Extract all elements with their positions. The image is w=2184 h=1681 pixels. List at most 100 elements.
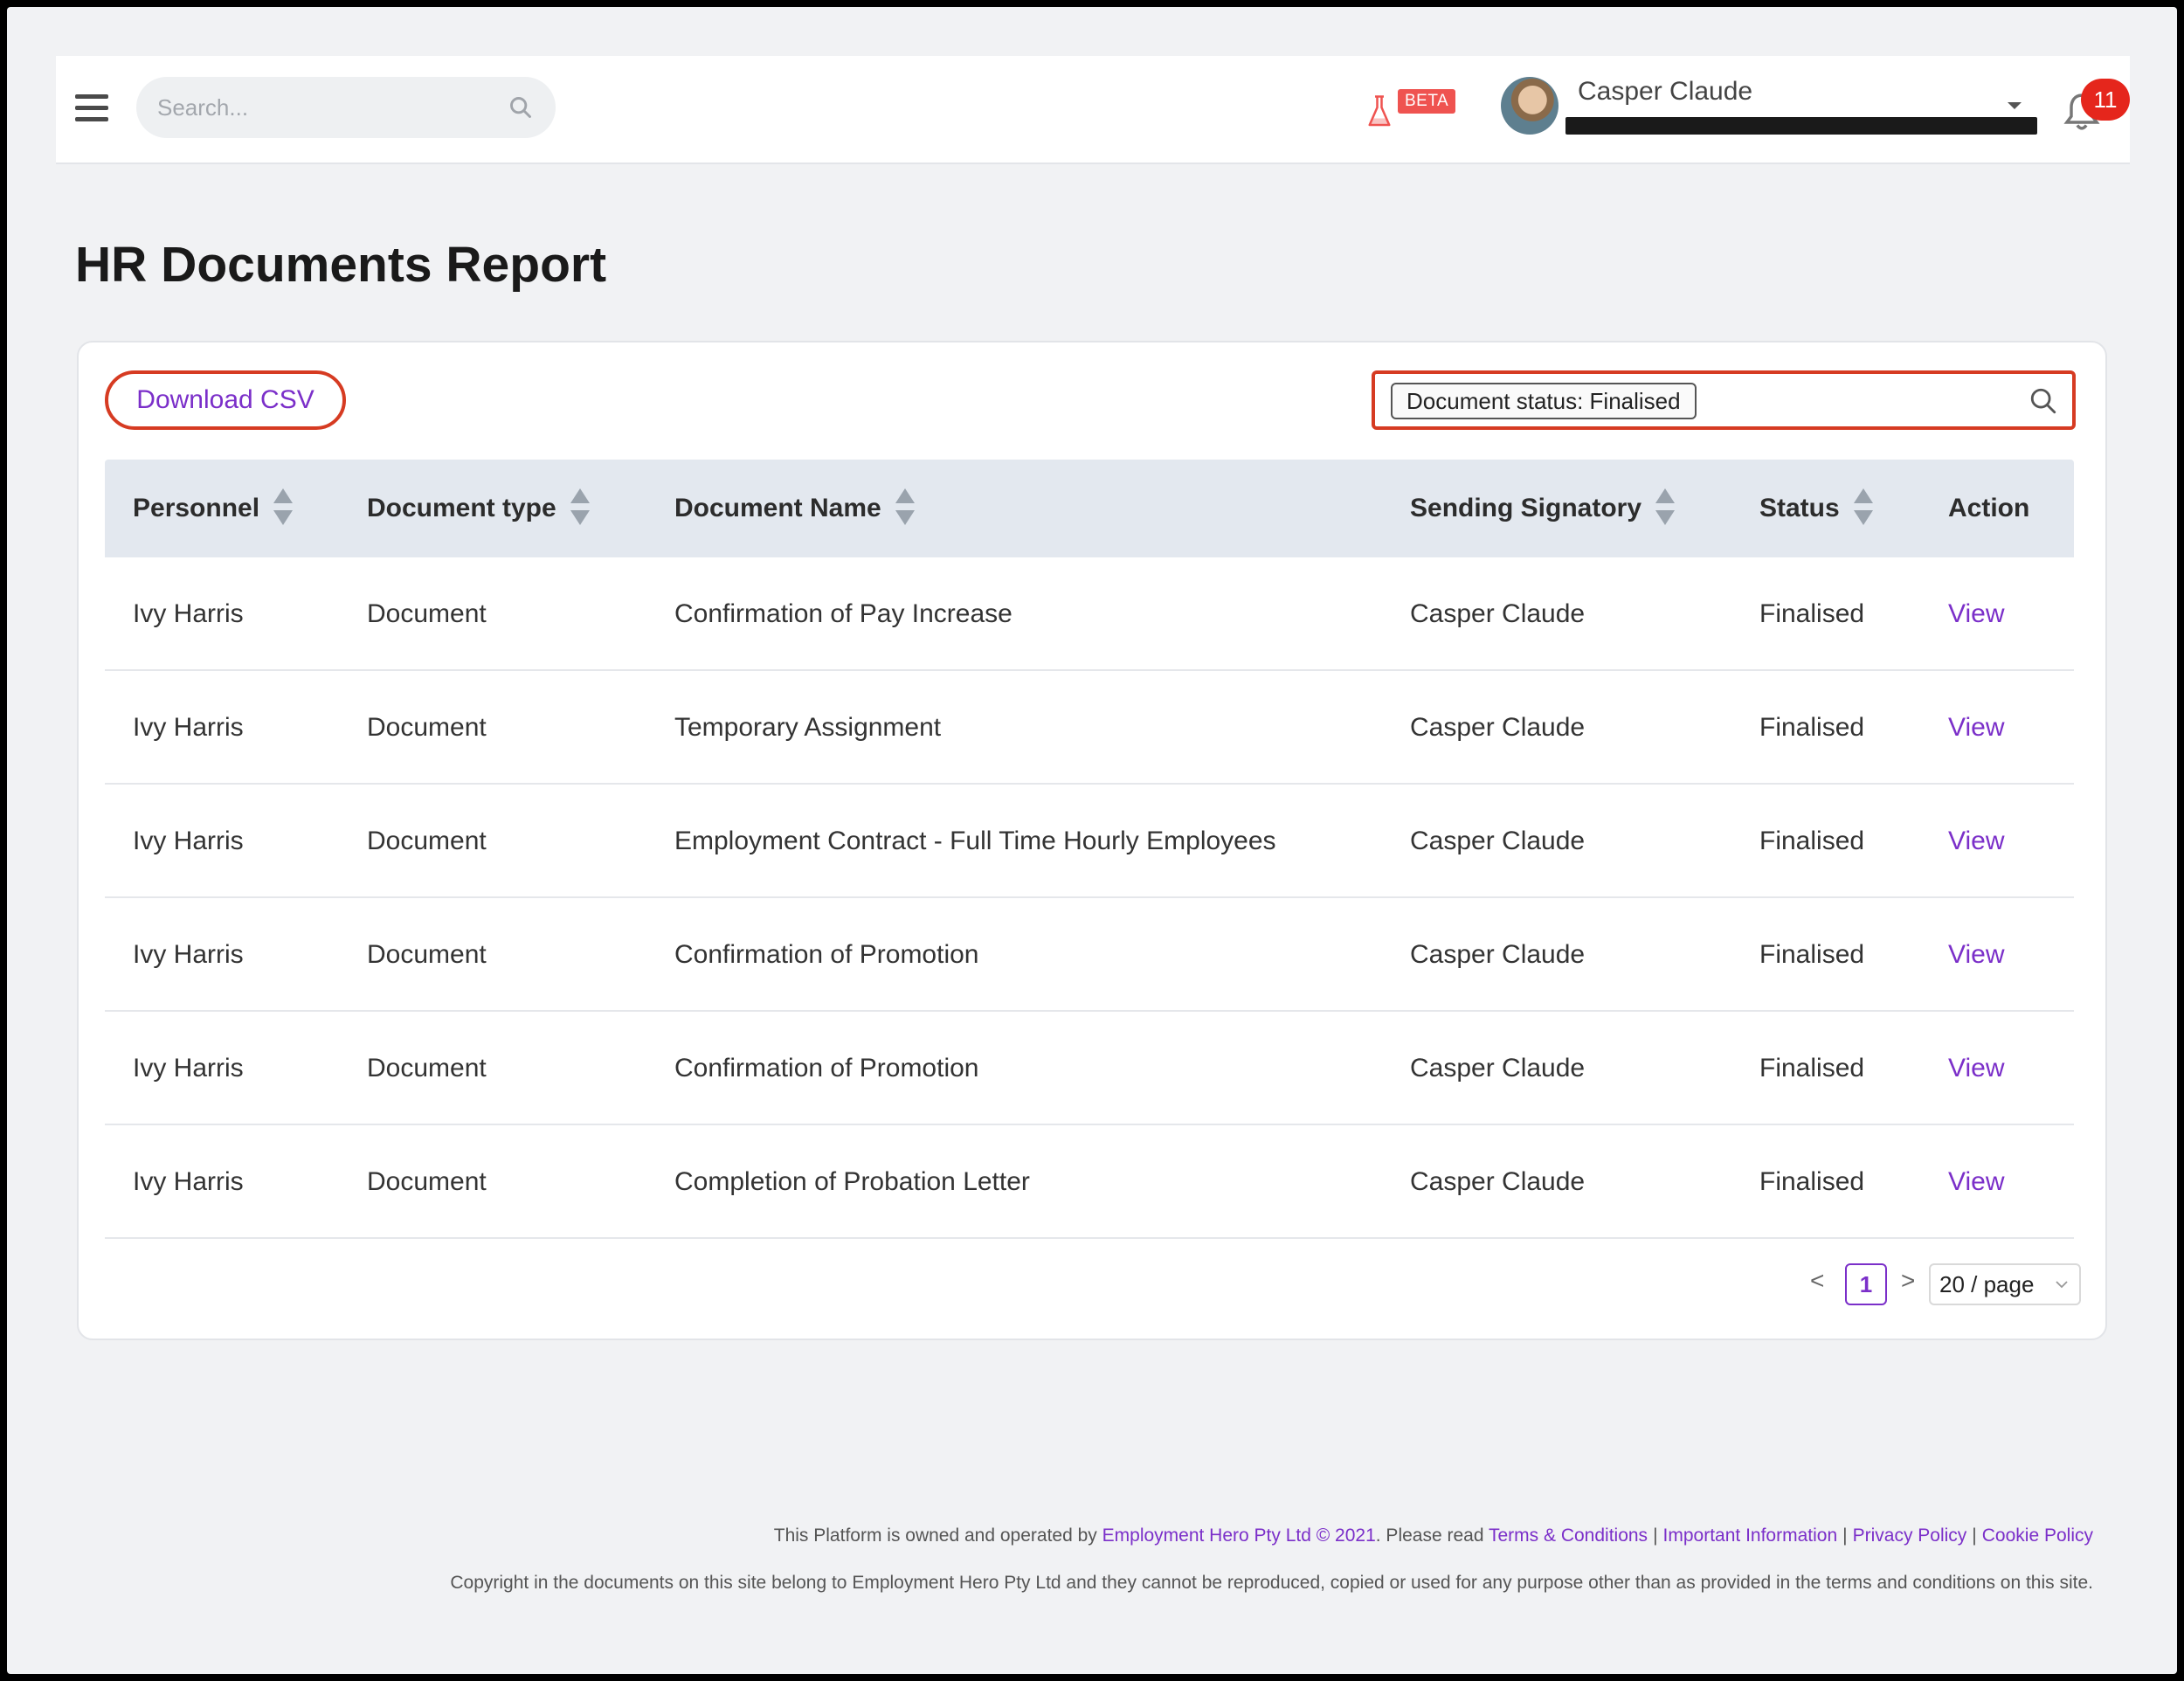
prev-page-button[interactable]: < <box>1810 1267 1824 1295</box>
column-header-action: Action <box>1948 460 2029 557</box>
flask-icon <box>1368 95 1391 127</box>
cell-sending-signatory: Casper Claude <box>1410 940 1586 969</box>
cell-personnel: Ivy Harris <box>133 1167 244 1196</box>
beta-badge: BETA <box>1398 89 1456 114</box>
cell-personnel: Ivy Harris <box>133 713 244 742</box>
cell-document-name: Completion of Probation Letter <box>674 1167 1030 1196</box>
cell-document-type: Document <box>367 940 487 969</box>
notification-count-badge[interactable]: 11 <box>2081 79 2130 121</box>
page-size-select[interactable]: 20 / page <box>1929 1263 2081 1305</box>
table-row: Ivy Harris Document Confirmation of Pay … <box>105 557 2074 671</box>
cell-personnel: Ivy Harris <box>133 827 244 855</box>
sort-icon[interactable] <box>894 487 916 527</box>
next-page-button[interactable]: > <box>1901 1267 1915 1295</box>
column-label: Document type <box>367 494 556 522</box>
footer-separator: | <box>1972 1525 1977 1546</box>
view-link[interactable]: View <box>1948 785 2004 898</box>
redacted-email <box>1565 117 2037 135</box>
table-row: Ivy Harris Document Confirmation of Prom… <box>105 1012 2074 1125</box>
cell-personnel: Ivy Harris <box>133 599 244 628</box>
cell-document-name: Employment Contract - Full Time Hourly E… <box>674 827 1276 855</box>
column-header-personnel[interactable]: Personnel <box>133 460 294 557</box>
terms-link[interactable]: Terms & Conditions <box>1489 1525 1648 1546</box>
search-icon[interactable] <box>2028 386 2058 416</box>
pagination: < 1 > 20 / page <box>79 1263 2109 1307</box>
cookie-policy-link[interactable]: Cookie Policy <box>1982 1525 2093 1546</box>
cell-status: Finalised <box>1759 713 1865 742</box>
sort-icon[interactable] <box>1852 487 1875 527</box>
filter-tag[interactable]: Document status: Finalised <box>1391 383 1697 419</box>
beta-features[interactable]: BETA <box>1366 87 1456 131</box>
cell-sending-signatory: Casper Claude <box>1410 599 1586 628</box>
column-label: Sending Signatory <box>1410 494 1642 522</box>
cell-document-name: Confirmation of Promotion <box>674 940 979 969</box>
search-input[interactable] <box>157 77 489 138</box>
app-window: BETA Casper Claude 11 HR Documents Repor… <box>7 7 2177 1674</box>
cell-status: Finalised <box>1759 940 1865 969</box>
column-header-sending-signatory[interactable]: Sending Signatory <box>1410 460 1676 557</box>
cell-document-type: Document <box>367 1054 487 1083</box>
hamburger-menu-icon[interactable] <box>75 94 108 124</box>
cell-document-name: Temporary Assignment <box>674 713 942 742</box>
cell-status: Finalised <box>1759 827 1865 855</box>
view-link[interactable]: View <box>1948 898 2004 1012</box>
footer-text: This Platform is owned and operated by <box>773 1525 1097 1546</box>
table-row: Ivy Harris Document Employment Contract … <box>105 785 2074 898</box>
column-label: Action <box>1948 494 2030 522</box>
cell-sending-signatory: Casper Claude <box>1410 713 1586 742</box>
download-csv-button[interactable]: Download CSV <box>105 370 346 430</box>
cell-personnel: Ivy Harris <box>133 940 244 969</box>
important-information-link[interactable]: Important Information <box>1663 1525 1838 1546</box>
view-link[interactable]: View <box>1948 1125 2004 1239</box>
table-row: Ivy Harris Document Completion of Probat… <box>105 1125 2074 1239</box>
page-button-current[interactable]: 1 <box>1845 1263 1887 1305</box>
view-link[interactable]: View <box>1948 1012 2004 1125</box>
company-link[interactable]: Employment Hero Pty Ltd © 2021 <box>1102 1525 1376 1546</box>
footer-separator: | <box>1653 1525 1658 1546</box>
report-card: Download CSV Document status: Finalised … <box>77 341 2107 1340</box>
footer-separator: | <box>1842 1525 1848 1546</box>
cell-personnel: Ivy Harris <box>133 1054 244 1083</box>
search-icon[interactable] <box>508 95 533 120</box>
cell-sending-signatory: Casper Claude <box>1410 1054 1586 1083</box>
column-label: Document Name <box>674 494 881 522</box>
view-link[interactable]: View <box>1948 671 2004 785</box>
cell-document-type: Document <box>367 827 487 855</box>
cell-sending-signatory: Casper Claude <box>1410 827 1586 855</box>
column-header-document-type[interactable]: Document type <box>367 460 591 557</box>
column-label: Status <box>1759 494 1840 522</box>
documents-table: Personnel Document type Document Name Se… <box>105 460 2074 1239</box>
page-title: HR Documents Report <box>75 237 607 293</box>
table-row: Ivy Harris Document Temporary Assignment… <box>105 671 2074 785</box>
view-link[interactable]: View <box>1948 557 2004 671</box>
cell-sending-signatory: Casper Claude <box>1410 1167 1586 1196</box>
privacy-policy-link[interactable]: Privacy Policy <box>1853 1525 1967 1546</box>
cell-document-type: Document <box>367 599 487 628</box>
footer-text: . Please read <box>1375 1525 1484 1546</box>
top-bar: BETA Casper Claude 11 <box>56 56 2130 164</box>
filter-search-box[interactable]: Document status: Finalised <box>1372 370 2076 430</box>
cell-status: Finalised <box>1759 1054 1865 1083</box>
sort-icon[interactable] <box>569 487 591 527</box>
user-name[interactable]: Casper Claude <box>1578 77 1752 107</box>
chevron-down-icon <box>2056 1281 2068 1289</box>
column-header-document-name[interactable]: Document Name <box>674 460 916 557</box>
column-header-status[interactable]: Status <box>1759 460 1875 557</box>
global-search[interactable] <box>136 77 556 138</box>
table-row: Ivy Harris Document Confirmation of Prom… <box>105 898 2074 1012</box>
caret-down-icon[interactable] <box>2006 100 2023 112</box>
footer-copyright: Copyright in the documents on this site … <box>450 1573 2093 1593</box>
sort-icon[interactable] <box>1654 487 1676 527</box>
page-size-value: 20 / page <box>1939 1271 2035 1297</box>
cell-status: Finalised <box>1759 599 1865 628</box>
sort-icon[interactable] <box>272 487 294 527</box>
cell-document-name: Confirmation of Promotion <box>674 1054 979 1083</box>
avatar[interactable] <box>1501 77 1559 135</box>
cell-document-type: Document <box>367 713 487 742</box>
cell-document-name: Confirmation of Pay Increase <box>674 599 1013 628</box>
column-label: Personnel <box>133 494 260 522</box>
cell-status: Finalised <box>1759 1167 1865 1196</box>
cell-document-type: Document <box>367 1167 487 1196</box>
footer-legal: This Platform is owned and operated by E… <box>774 1525 2093 1546</box>
table-header: Personnel Document type Document Name Se… <box>105 460 2074 557</box>
